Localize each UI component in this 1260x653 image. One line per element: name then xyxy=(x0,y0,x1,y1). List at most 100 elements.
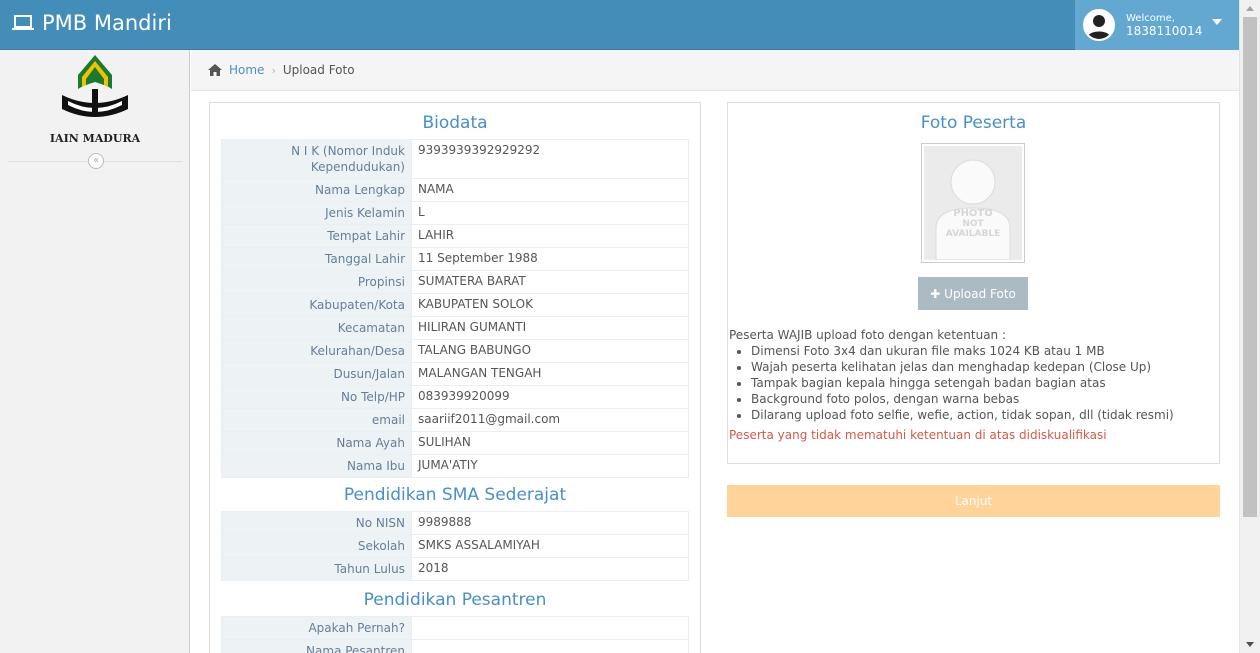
user-menu[interactable]: Welcome, 1838110014 xyxy=(1075,0,1239,50)
field-value xyxy=(411,639,689,653)
logo-text: IAIN MADURA xyxy=(50,132,140,145)
list-item: Dilarang upload foto selfie, wefie, acti… xyxy=(751,407,1217,423)
username: 1838110014 xyxy=(1126,24,1203,38)
field-value: KABUPATEN SOLOK xyxy=(411,293,689,317)
list-item: Background foto polos, dengan warna beba… xyxy=(751,391,1217,407)
field-label: Nama Lengkap xyxy=(221,178,412,202)
table-row: Kabupaten/Kota KABUPATEN SOLOK xyxy=(221,293,689,317)
field-label: email xyxy=(221,408,412,432)
breadcrumb-home-link[interactable]: Home xyxy=(229,63,264,77)
field-label: N I K (Nomor Induk Kependudukan) xyxy=(221,139,412,179)
table-row: Jenis Kelamin L xyxy=(221,201,689,225)
brand-label: PMB Mandiri xyxy=(42,11,172,35)
field-label: Dusun/Jalan xyxy=(221,362,412,386)
table-row: Apakah Pernah? xyxy=(221,616,689,640)
lanjut-button[interactable]: Lanjut xyxy=(727,485,1220,517)
field-value: NAMA xyxy=(411,178,689,202)
field-value: SMKS ASSALAMIYAH xyxy=(411,534,689,558)
table-row: email saariif2011@gmail.com xyxy=(221,408,689,432)
table-row: Sekolah SMKS ASSALAMIYAH xyxy=(221,534,689,558)
foto-panel: Foto Peserta PHOTO NOT AVAILABLE ✚ Uploa… xyxy=(727,102,1220,464)
table-row: Propinsi SUMATERA BARAT xyxy=(221,270,689,294)
field-label: Tempat Lahir xyxy=(221,224,412,248)
field-value: MALANGAN TENGAH xyxy=(411,362,689,386)
field-value: SUMATERA BARAT xyxy=(411,270,689,294)
brand[interactable]: PMB Mandiri xyxy=(12,11,172,35)
pesantren-title: Pendidikan Pesantren xyxy=(363,590,547,610)
list-item: Wajah peserta kelihatan jelas dan mengha… xyxy=(751,359,1217,375)
field-value: 9989888 xyxy=(411,511,689,535)
field-label: Propinsi xyxy=(221,270,412,294)
placeholder-line-3: AVAILABLE xyxy=(946,229,1000,239)
scroll-down-icon[interactable] xyxy=(1246,642,1254,647)
placeholder-line-2: NOT xyxy=(962,219,984,229)
laptop-icon xyxy=(12,15,34,31)
list-item: Tampak bagian kepala hingga setengah bad… xyxy=(751,375,1217,391)
field-label: Kabupaten/Kota xyxy=(221,293,412,317)
avatar xyxy=(1083,9,1115,41)
caret-down-icon[interactable] xyxy=(1212,19,1223,25)
breadcrumb: Home › Upload Foto xyxy=(191,50,1239,91)
biodata-table: N I K (Nomor Induk Kependudukan) 93939393… xyxy=(221,139,689,478)
field-value: saariif2011@gmail.com xyxy=(411,408,689,432)
table-row: Nama Lengkap NAMA xyxy=(221,178,689,202)
field-value: JUMA'ATIY xyxy=(411,454,689,478)
sma-table: No NISN 9989888 Sekolah SMKS ASSALAMIYAH Tah… xyxy=(221,511,689,581)
scrollbar-thumb[interactable] xyxy=(1243,17,1257,517)
breadcrumb-current: Upload Foto xyxy=(282,63,355,77)
welcome-text: Welcome, 1838110014 xyxy=(1126,13,1202,37)
list-item: Dimensi Foto 3x4 dan ukuran file maks 10… xyxy=(751,343,1217,359)
pesantren-table: Apakah Pernah? Nama Pesantren xyxy=(221,616,689,653)
table-row: Nama Ibu JUMA'ATIY xyxy=(221,454,689,478)
photo-placeholder: PHOTO NOT AVAILABLE xyxy=(921,143,1025,263)
table-row: Dusun/Jalan MALANGAN TENGAH xyxy=(221,362,689,386)
upload-rules: Peserta WAJIB upload foto dengan ketentu… xyxy=(729,327,1217,443)
table-row: Nama Pesantren xyxy=(221,639,689,653)
collapse-sidebar-icon[interactable]: « xyxy=(88,153,104,169)
placeholder-line-1: PHOTO xyxy=(953,208,993,219)
field-value: LAHIR xyxy=(411,224,689,248)
table-row: Nama Ayah SULIHAN xyxy=(221,431,689,455)
sidebar: IAIN MADURA « xyxy=(0,50,190,653)
field-value: 11 September 1988 xyxy=(411,247,689,271)
field-value: 9393939392929292 xyxy=(411,139,689,179)
field-label: Tanggal Lahir xyxy=(221,247,412,271)
field-value: L xyxy=(411,201,689,225)
sma-title: Pendidikan SMA Sederajat xyxy=(343,485,567,505)
disqualification-warning: Peserta yang tidak mematuhi ketentuan di… xyxy=(729,428,1107,442)
field-value: HILIRAN GUMANTI xyxy=(411,316,689,340)
table-row: Tahun Lulus 2018 xyxy=(221,557,689,581)
table-row: Tempat Lahir LAHIR xyxy=(221,224,689,248)
field-label: Kelurahan/Desa xyxy=(221,339,412,363)
field-value: TALANG BABUNGO xyxy=(411,339,689,363)
field-label: No Telp/HP xyxy=(221,385,412,409)
rules-intro: Peserta WAJIB upload foto dengan ketentu… xyxy=(729,328,1007,342)
table-row: N I K (Nomor Induk Kependudukan) 93939393… xyxy=(221,139,689,179)
table-row: Tanggal Lahir 11 September 1988 xyxy=(221,247,689,271)
upload-foto-button[interactable]: ✚ Upload Foto xyxy=(918,277,1028,310)
field-label: Nama Ayah xyxy=(221,431,412,455)
field-value: 083939920099 xyxy=(411,385,689,409)
field-value: SULIHAN xyxy=(411,431,689,455)
table-row: No NISN 9989888 xyxy=(221,511,689,535)
table-row: No Telp/HP 083939920099 xyxy=(221,385,689,409)
field-label: Jenis Kelamin xyxy=(221,201,412,225)
scroll-up-icon[interactable] xyxy=(1246,6,1254,11)
navbar: PMB Mandiri Welcome, 1838110014 xyxy=(0,0,1239,50)
rules-list: Dimensi Foto 3x4 dan ukuran file maks 10… xyxy=(751,343,1217,423)
table-row: Kecamatan HILIRAN GUMANTI xyxy=(221,316,689,340)
scrollbar[interactable] xyxy=(1239,0,1260,653)
field-label: Nama Pesantren xyxy=(221,639,412,653)
home-icon xyxy=(207,63,223,77)
field-label: No NISN xyxy=(221,511,412,535)
field-label: Nama Ibu xyxy=(221,454,412,478)
table-row: Kelurahan/Desa TALANG BABUNGO xyxy=(221,339,689,363)
iain-madura-logo: IAIN MADURA xyxy=(50,53,141,149)
field-label: Kecamatan xyxy=(221,316,412,340)
biodata-title: Biodata xyxy=(422,113,488,133)
plus-icon: ✚ xyxy=(930,286,941,301)
foto-title: Foto Peserta xyxy=(920,113,1027,133)
field-label: Apakah Pernah? xyxy=(221,616,412,640)
upload-button-label: Upload Foto xyxy=(944,286,1016,301)
field-value: 2018 xyxy=(411,557,689,581)
